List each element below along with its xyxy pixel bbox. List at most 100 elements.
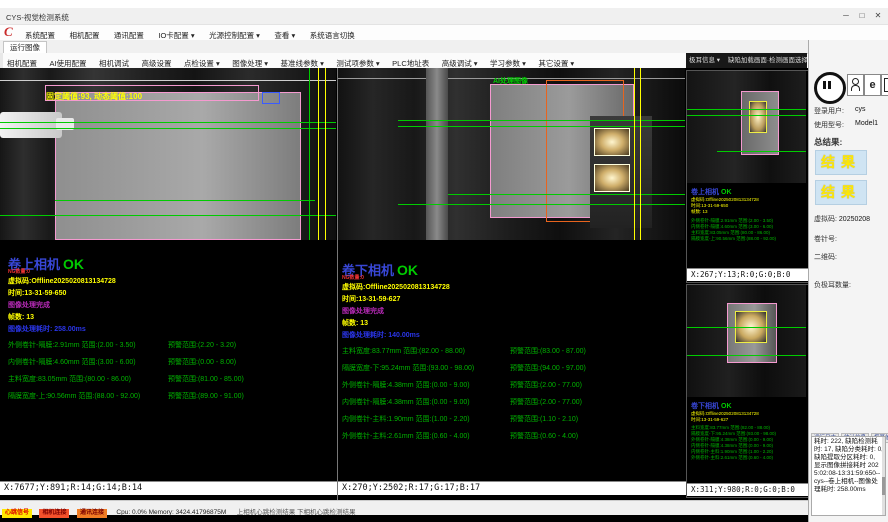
- middle-barcode: 虚拟码:Offline2025020813134728: [342, 282, 450, 292]
- heartbeat-result-text: 上相机心跳检测结果 下相机心跳检测结果: [237, 509, 356, 516]
- middle-camera-status-ok: OK: [397, 262, 418, 278]
- title-bar: CYS-视觉检测系统 ─ □ ✕: [0, 8, 888, 25]
- machine-column: [426, 68, 448, 240]
- middle-frame-count: 帧数: 13: [342, 318, 368, 328]
- log-text: 耗时: 222, 缺陷检测耗时: 17, 缺陷分类耗时: 0, 缺陷提取分区耗时…: [812, 437, 885, 495]
- result-display-bottom: 结果: [815, 180, 867, 205]
- exit-door-icon: [884, 78, 888, 92]
- baseline-h2: [398, 126, 685, 127]
- glow-component-1: [594, 128, 630, 156]
- maximize-button[interactable]: □: [854, 10, 870, 22]
- toolbar: 相机配置 AI使用配置 相机调试 高级设置 点检设置 ▾ 图像处理 ▾ 基准线参…: [0, 53, 689, 69]
- virtual-code-label: 虚拟码: 20250208: [814, 214, 870, 224]
- camera-connection-badge: 相机连接: [39, 509, 69, 518]
- comm-connection-badge: 通讯连接: [77, 509, 107, 518]
- qr-code-label: 二维码:: [814, 252, 837, 262]
- mini-panel-header: 极耳信息 ▾ 缺陷加载画面·检测画面选择: [686, 53, 807, 68]
- login-user-value: cys: [855, 106, 866, 113]
- left-elapsed: 图像处理耗时: 258.00ms: [8, 324, 86, 334]
- log-scrollbar[interactable]: [882, 437, 885, 515]
- glow-component-2: [594, 164, 630, 192]
- model-label: 使用型号:: [814, 120, 844, 130]
- login-user-label: 登录用户:: [814, 106, 844, 116]
- mini-top-image[interactable]: [687, 71, 806, 183]
- edge-line-green: [309, 68, 310, 240]
- left-process-done: 图像处理完成: [8, 300, 50, 310]
- minimize-button[interactable]: ─: [838, 10, 854, 22]
- mini-glow: [749, 101, 767, 133]
- baseline-h3: [448, 194, 685, 195]
- mini-baseline: [687, 355, 806, 356]
- status-bar: 心跳信号 相机连接 通讯连接 Cpu: 0.0% Memory: 3424.41…: [0, 500, 808, 515]
- mini-header-options[interactable]: 缺陷加载画面·检测画面选择: [728, 57, 807, 64]
- middle-measure-row: 内侧卷针-隔膜:4.38mm 范围:(0.00 - 9.00)预警范围:(2.0…: [342, 397, 682, 407]
- middle-time: 时间:13-31-59-627: [342, 294, 400, 304]
- mini-top-coords-bar: X:267;Y:13;R:0;G:0;B:0: [687, 268, 810, 281]
- left-measure-row: 外侧卷针-隔膜:2.91mm 范围:(2.00 - 3.50)预警范围:(2.2…: [8, 340, 334, 350]
- app-logo-icon: C: [4, 24, 13, 40]
- model-value: Model1: [855, 120, 878, 127]
- middle-measure-row: 外侧卷针-隔膜:4.38mm 范围:(0.00 - 9.00)预警范围:(2.0…: [342, 380, 682, 390]
- film-roll-roi: [55, 92, 301, 240]
- pause-icon: [823, 81, 826, 89]
- negative-tab-count-label: 负极耳数量:: [814, 280, 851, 290]
- threshold-overlay-text: 固定阈值:93, 动态阈值:100: [46, 92, 142, 101]
- mini-panel-column: 卷上相机OK 虚拟码:Offline2025020813134728 时间:13…: [686, 68, 807, 522]
- middle-measure-row: 内侧卷针-主料:1.90mm 范围:(1.00 - 2.20)预警范围:(1.1…: [342, 414, 682, 424]
- close-button[interactable]: ✕: [870, 10, 886, 22]
- threshold-label-box: 固定阈值:93, 动态阈值:100: [45, 85, 259, 101]
- left-camera-results: 卷上相机OK NG数量:0 虚拟码:Offline202502081313472…: [8, 254, 334, 480]
- right-sidebar: e → 登录用户: cys 使用型号: Model1 总结果: 结果 结果 虚拟…: [808, 40, 888, 522]
- mini-bottom-coords-bar: X:311;Y:980;R:0;G:0;B:0: [687, 483, 810, 496]
- cpu-memory-text: Cpu: 0.0% Memory: 3424.41796875M: [116, 509, 226, 516]
- middle-measure-row: 隔膜宽度-下:95.24mm 范围:(93.00 - 98.00)预警范围:(9…: [342, 363, 682, 373]
- left-measure-row: 主料宽度:83.05mm 范围:(80.00 - 86.00)预警范围:(81.…: [8, 374, 334, 384]
- user-button[interactable]: [847, 74, 864, 96]
- menu-bar: C 系统配置 相机配置 通讯配置 IO卡配置 ▾ 光源控制配置 ▾ 查看 ▾ 系…: [0, 25, 888, 40]
- left-ng-text: NG数量:0: [8, 268, 30, 275]
- total-result-label: 总结果:: [814, 136, 842, 148]
- mini-bottom-results: 卷下相机OK 虚拟码:Offline2025020813134728 时间:13…: [691, 401, 804, 461]
- middle-camera-image[interactable]: AI处理图像: [338, 68, 685, 240]
- mini-bottom-panel: 卷下相机OK 虚拟码:Offline2025020813134728 时间:13…: [686, 284, 809, 498]
- edge-line-yellow-1: [318, 68, 319, 240]
- middle-process-done: 图像处理完成: [342, 306, 384, 316]
- baseline-h2: [0, 128, 336, 129]
- middle-camera-results: 卷下相机OK NG数量:0 虚拟码:Offline202502081313472…: [342, 260, 682, 480]
- left-camera-status-ok: OK: [63, 256, 84, 272]
- app-window: CYS-视觉检测系统 ─ □ ✕ C 系统配置 相机配置 通讯配置 IO卡配置 …: [0, 0, 888, 522]
- mini-baseline: [717, 151, 806, 152]
- middle-camera-panel: AI处理图像 卷下相机OK NG数量:0 虚拟码:Offline20250208…: [337, 68, 685, 500]
- mini-baseline: [687, 109, 806, 110]
- left-measure-row: 隔膜宽度-上:90.56mm 范围:(88.00 - 92.00)预警范围:(8…: [8, 391, 334, 401]
- middle-measure-row: 外侧卷针-主料:2.61mm 范围:(0.60 - 4.00)预警范围:(0.6…: [342, 431, 682, 441]
- left-camera-image[interactable]: 固定阈值:93, 动态阈值:100: [0, 68, 336, 240]
- left-barcode: 虚拟码:Offline2025020813134728: [8, 276, 116, 286]
- mini-baseline: [687, 115, 806, 116]
- pause-button[interactable]: [814, 72, 846, 104]
- roi-blue-box: [262, 92, 280, 104]
- log-output-box[interactable]: 耗时: 222, 缺陷检测耗时: 17, 缺陷分类耗时: 0, 缺陷提取分区耗时…: [811, 436, 886, 516]
- baseline-h4: [0, 215, 336, 216]
- edge-line-yellow-1: [634, 68, 635, 240]
- mini-bottom-image[interactable]: [687, 285, 806, 397]
- exit-button[interactable]: →: [881, 74, 888, 96]
- mini-baseline: [687, 327, 806, 328]
- edge-line-yellow-2: [640, 68, 641, 240]
- baseline-h1: [0, 122, 336, 123]
- edge-line-yellow-2: [325, 68, 326, 240]
- person-icon: [852, 78, 859, 85]
- mini-top-results: 卷上相机OK 虚拟码:Offline2025020813134728 时间:13…: [691, 187, 804, 242]
- left-time: 时间:13-31-59-650: [8, 288, 66, 298]
- window-title: CYS-视觉检测系统: [6, 12, 69, 23]
- middle-elapsed: 图像处理耗时: 140.00ms: [342, 330, 420, 340]
- baseline-h1: [398, 120, 685, 121]
- mini-header-dropdown[interactable]: 极耳信息 ▾: [689, 57, 720, 64]
- tab-bar: 运行图像: [0, 40, 888, 54]
- virtual-code-value: 20250208: [839, 216, 870, 223]
- middle-pixel-coords-bar: X:270;Y:2502;R:17;G:17;B:17: [338, 481, 689, 495]
- info-button[interactable]: e: [864, 74, 881, 96]
- ai-image-label: AI处理图像: [493, 76, 528, 86]
- machine-edge-line: [0, 80, 336, 81]
- middle-ng-text: NG数量:0: [342, 274, 364, 281]
